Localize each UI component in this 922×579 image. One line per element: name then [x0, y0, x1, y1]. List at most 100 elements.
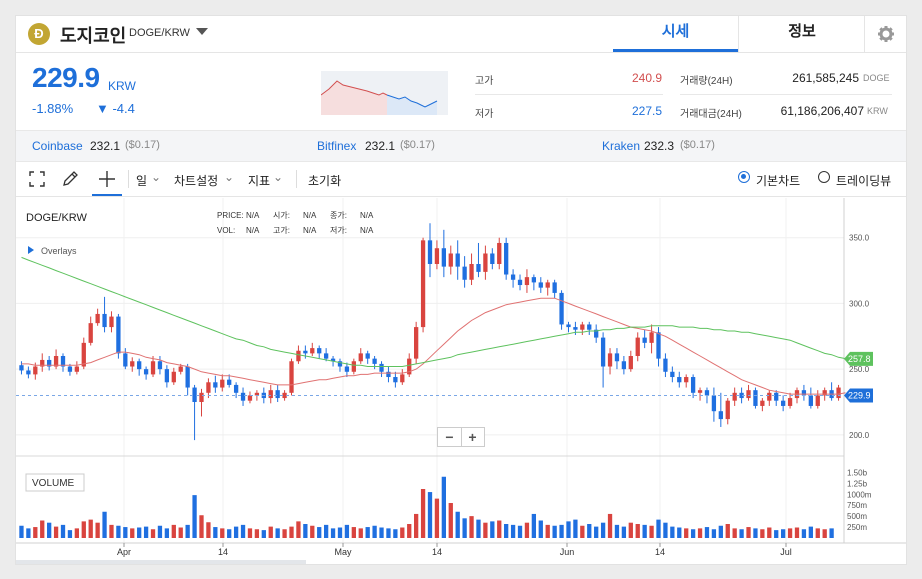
candle-body [178, 366, 183, 372]
candle [351, 358, 356, 375]
candle-body [600, 337, 606, 367]
candle-body [420, 240, 426, 328]
volume-bar [462, 518, 467, 538]
overlays-toggle[interactable]: Overlays [41, 246, 77, 256]
x-tick-label: 14 [218, 547, 228, 557]
volume-bar [455, 511, 460, 538]
candle [600, 332, 606, 388]
candle-body [787, 398, 793, 406]
volume-bar [427, 492, 433, 538]
volume-bar [206, 522, 211, 538]
candle [109, 311, 114, 333]
volume-bar [275, 528, 280, 538]
volume-bar [829, 528, 834, 538]
candle-body [95, 313, 100, 324]
candlestick-chart[interactable]: 350.0 300.0 250.0 200.0 1.50b 1.25b 1000m 750m… [16, 198, 906, 564]
zoom-out-button[interactable]: − [438, 428, 462, 446]
candle-body [199, 392, 204, 402]
tab-info[interactable]: 정보 [738, 16, 865, 52]
zoom-in-button[interactable]: + [461, 428, 484, 446]
current-price: 229.9 [32, 62, 100, 93]
volume-bar [580, 525, 585, 538]
volume-bar [365, 527, 370, 538]
fullscreen-icon[interactable] [29, 171, 45, 187]
candle [192, 384, 197, 441]
candle [289, 358, 294, 396]
legend-high-label: 고가: [273, 226, 290, 235]
candle-body [808, 395, 813, 406]
volume-bar [490, 521, 495, 538]
exchange-bitfinex[interactable]: Bitfinex [317, 139, 356, 153]
y-tick-label: 300.0 [849, 299, 870, 308]
candle-body [663, 358, 668, 372]
volume-bar [233, 526, 239, 538]
legend-open-value: N/A [303, 211, 317, 220]
candle [434, 240, 440, 270]
candle [677, 371, 682, 388]
candle-body [670, 371, 675, 378]
candle-body [351, 361, 356, 372]
exchange-kraken[interactable]: Kraken [602, 139, 640, 153]
tradingview-label[interactable]: 트레이딩뷰 [836, 172, 891, 189]
volume-bar [289, 526, 294, 538]
volume-24h-value: 261,585,245 [792, 71, 859, 85]
legend-high-value: N/A [303, 226, 317, 235]
overlays-expand-icon[interactable] [28, 246, 34, 254]
candle [490, 248, 495, 270]
pencil-icon[interactable] [62, 170, 79, 187]
candle [455, 240, 460, 280]
candle [815, 390, 820, 409]
candle [587, 321, 592, 335]
settings-button[interactable] [864, 16, 906, 52]
low-label: 저가 [475, 109, 494, 120]
candle [365, 350, 370, 364]
volume-tick-label: 1.50b [847, 468, 868, 477]
candle-body [192, 387, 197, 402]
volume-bar [670, 526, 675, 538]
candle [171, 367, 176, 385]
reset-button[interactable]: 초기화 [308, 172, 341, 189]
basic-chart-radio[interactable] [738, 171, 750, 183]
period-select[interactable]: 일 [136, 172, 147, 189]
candle [559, 290, 564, 330]
basic-chart-label[interactable]: 기본차트 [756, 172, 800, 189]
volume-bar [199, 515, 204, 538]
candle-body [642, 337, 647, 343]
volume-bar [372, 525, 377, 538]
candle [594, 324, 599, 343]
legend-price-label: PRICE: [217, 211, 244, 220]
chevron-down-icon: ⌄ [224, 170, 235, 184]
indicators-menu[interactable]: 지표 [248, 172, 270, 189]
volume-bar [40, 520, 45, 538]
tab-market[interactable]: 시세 [613, 16, 738, 52]
candle-body [587, 324, 592, 330]
volume-bar [448, 503, 453, 538]
candle-body [649, 332, 654, 343]
dogecoin-logo-icon: Đ [28, 23, 50, 45]
volume-bar [261, 530, 266, 538]
chart-settings-menu[interactable]: 차트설정 [174, 172, 218, 189]
volume-bar [400, 527, 405, 538]
candle-body [774, 392, 779, 401]
candle [690, 374, 696, 399]
tradingview-radio[interactable] [818, 171, 830, 183]
candle-body [137, 361, 142, 370]
candle-body [497, 242, 502, 264]
candle [476, 242, 481, 278]
candle [808, 387, 813, 409]
candle-body [538, 282, 543, 288]
exchange-coinbase[interactable]: Coinbase [32, 139, 83, 153]
candle-body [74, 366, 80, 372]
candle-body [26, 370, 31, 375]
volume-bar [538, 520, 543, 538]
volume-bar [123, 527, 128, 538]
coin-dropdown-caret-icon[interactable] [196, 28, 208, 35]
candle-body [247, 395, 253, 401]
volume-bar [497, 520, 502, 538]
volume-bar [26, 528, 31, 538]
candle [552, 279, 557, 299]
chart-scrollbar[interactable] [16, 560, 306, 564]
candle [483, 245, 488, 280]
crosshair-tool-button[interactable] [92, 164, 122, 196]
price-unit: KRW [108, 79, 136, 93]
